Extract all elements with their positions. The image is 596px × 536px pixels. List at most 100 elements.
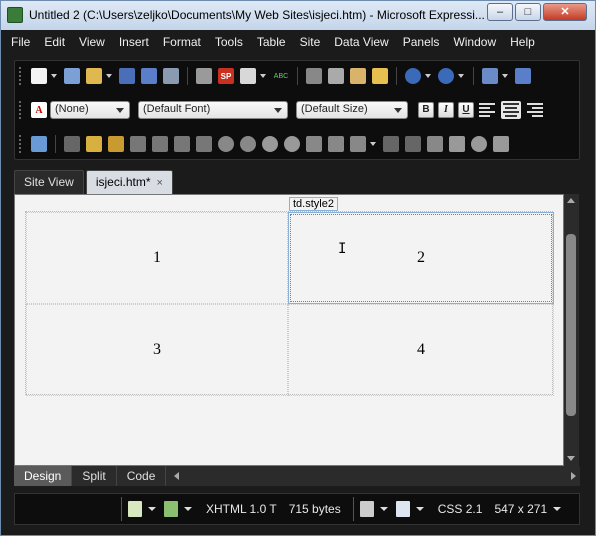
table-cell-3[interactable]: 3 — [26, 304, 288, 396]
split-view-button[interactable]: Split — [72, 466, 117, 486]
dimensions-dropdown-icon[interactable] — [553, 507, 562, 511]
menu-help[interactable]: Help — [503, 32, 542, 54]
size-select[interactable]: (Default Size) — [296, 101, 408, 119]
tab-site-view[interactable]: Site View — [14, 170, 84, 194]
align-left-icon[interactable] — [479, 103, 495, 117]
preview-browser-icon[interactable] — [240, 68, 256, 84]
redo-icon[interactable] — [438, 68, 454, 84]
menu-tools[interactable]: Tools — [208, 32, 250, 54]
set-transparent-color-icon[interactable] — [328, 136, 344, 152]
open-folder-icon[interactable] — [86, 68, 102, 84]
table-cell-1[interactable]: 1 — [26, 212, 288, 304]
doctype-status[interactable]: XHTML 1.0 T — [206, 502, 277, 516]
auto-thumbnail-icon[interactable] — [64, 136, 80, 152]
bevel-icon[interactable] — [383, 136, 399, 152]
page-dimensions-status[interactable]: 547 x 271 — [494, 502, 547, 516]
menu-data-view[interactable]: Data View — [327, 32, 395, 54]
toolbar-grip[interactable] — [19, 135, 22, 153]
save-icon[interactable] — [119, 68, 135, 84]
less-brightness-icon[interactable] — [284, 136, 300, 152]
selected-tag-label[interactable]: td.style2 — [289, 197, 338, 211]
style-select[interactable]: (None) — [50, 101, 130, 119]
open-site-icon[interactable] — [64, 68, 80, 84]
resample-icon[interactable] — [405, 136, 421, 152]
style-icon[interactable]: A — [31, 102, 47, 118]
sharepoint-icon[interactable]: SP — [218, 68, 234, 84]
less-contrast-icon[interactable] — [240, 136, 256, 152]
menu-format[interactable]: Format — [156, 32, 208, 54]
tag-properties-icon[interactable] — [164, 501, 178, 517]
scroll-left-icon[interactable] — [174, 472, 180, 480]
rotate-left-icon[interactable] — [130, 136, 146, 152]
crop-icon[interactable] — [306, 136, 322, 152]
color-icon[interactable] — [350, 136, 366, 152]
page-editor-options-icon[interactable] — [395, 501, 410, 517]
scroll-thumb[interactable] — [566, 234, 576, 416]
undo-dropdown-icon[interactable] — [425, 74, 431, 78]
table-cell-4[interactable]: 4 — [288, 304, 554, 396]
align-center-icon[interactable] — [501, 101, 521, 119]
tab-isjeci[interactable]: isjeci.htm* × — [85, 170, 173, 194]
new-page-icon[interactable] — [31, 68, 47, 84]
print-icon[interactable] — [196, 68, 212, 84]
layers-icon[interactable] — [515, 68, 531, 84]
redo-dropdown-icon[interactable] — [458, 74, 464, 78]
menu-window[interactable]: Window — [446, 32, 503, 54]
tag-properties-dropdown-icon[interactable] — [184, 507, 192, 511]
style-application-dropdown-icon[interactable] — [379, 507, 388, 511]
toolbar-grip[interactable] — [19, 67, 22, 85]
code-view-button[interactable]: Code — [117, 466, 167, 486]
menu-insert[interactable]: Insert — [112, 32, 156, 54]
cut-icon[interactable] — [306, 68, 322, 84]
more-contrast-icon[interactable] — [218, 136, 234, 152]
copy-icon[interactable] — [328, 68, 344, 84]
font-select[interactable]: (Default Font) — [138, 101, 288, 119]
circular-hotspot-icon[interactable] — [471, 136, 487, 152]
paste-icon[interactable] — [350, 68, 366, 84]
open-dropdown-icon[interactable] — [106, 74, 112, 78]
more-brightness-icon[interactable] — [262, 136, 278, 152]
css-version-status[interactable]: CSS 2.1 — [438, 502, 483, 516]
select-icon[interactable] — [427, 136, 443, 152]
design-view-canvas[interactable]: td.style2 1 2 3 4 I — [14, 194, 564, 466]
italic-button[interactable]: I — [438, 102, 454, 118]
vertical-scrollbar[interactable] — [564, 194, 579, 466]
menu-edit[interactable]: Edit — [37, 32, 72, 54]
polygonal-hotspot-icon[interactable] — [493, 136, 509, 152]
menu-view[interactable]: View — [72, 32, 112, 54]
style-application-icon[interactable] — [359, 501, 374, 517]
menu-site[interactable]: Site — [293, 32, 328, 54]
menu-table[interactable]: Table — [250, 32, 293, 54]
color-dropdown-icon[interactable] — [370, 142, 376, 146]
table-cell-2-selected[interactable]: 2 — [288, 212, 554, 304]
align-right-icon[interactable] — [527, 103, 543, 117]
scroll-up-icon[interactable] — [567, 198, 575, 203]
find-icon[interactable] — [163, 68, 179, 84]
bold-button[interactable]: B — [418, 102, 434, 118]
spelling-icon[interactable]: ABC — [273, 68, 289, 84]
visual-aids-icon[interactable] — [128, 501, 142, 517]
layout-table[interactable]: 1 2 3 4 — [25, 211, 554, 396]
insert-picture-icon[interactable] — [31, 136, 47, 152]
design-view-button[interactable]: Design — [14, 466, 73, 486]
scroll-right-icon[interactable] — [571, 472, 576, 480]
rotate-right-icon[interactable] — [152, 136, 168, 152]
close-tab-icon[interactable]: × — [157, 177, 163, 189]
page-editor-options-dropdown-icon[interactable] — [415, 507, 424, 511]
close-button[interactable]: ✕ — [543, 3, 587, 21]
insert-table-icon[interactable] — [482, 68, 498, 84]
expression-web-app-icon[interactable] — [7, 7, 23, 23]
visual-aids-dropdown-icon[interactable] — [148, 507, 156, 511]
underline-button[interactable]: U — [458, 102, 474, 118]
format-painter-icon[interactable] — [372, 68, 388, 84]
send-backward-icon[interactable] — [108, 136, 124, 152]
new-dropdown-icon[interactable] — [51, 74, 57, 78]
flip-vertical-icon[interactable] — [196, 136, 212, 152]
menu-file[interactable]: File — [4, 32, 37, 54]
flip-horizontal-icon[interactable] — [174, 136, 190, 152]
table-dropdown-icon[interactable] — [502, 74, 508, 78]
maximize-button[interactable]: □ — [515, 3, 541, 21]
minimize-button[interactable]: – — [487, 3, 513, 21]
toolbar-grip[interactable] — [19, 101, 22, 119]
bring-forward-icon[interactable] — [86, 136, 102, 152]
